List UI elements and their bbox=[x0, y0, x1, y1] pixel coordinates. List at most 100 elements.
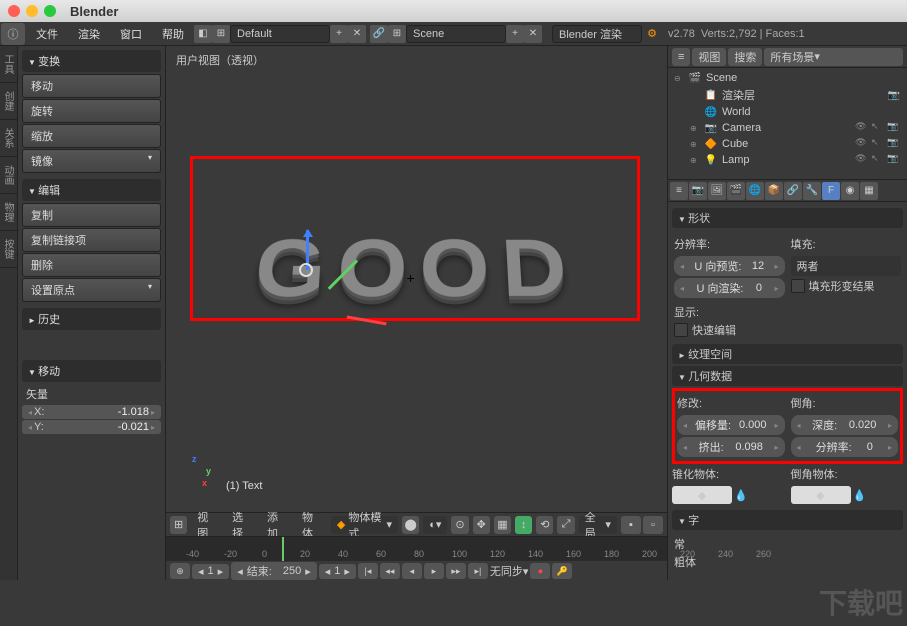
sync-dropdown[interactable]: 无同步▾ bbox=[490, 563, 529, 579]
tab-create[interactable]: 创建 bbox=[0, 83, 17, 120]
back-icon[interactable]: ◧ bbox=[194, 25, 212, 43]
visibility-icon[interactable]: 👁 bbox=[855, 121, 869, 135]
tab-physics[interactable]: 物理 bbox=[0, 194, 17, 231]
layer-btn[interactable]: ▫ bbox=[643, 516, 663, 534]
expand-icon[interactable]: ⊕ bbox=[690, 124, 700, 133]
pivot-icon[interactable]: ⊙ bbox=[451, 516, 468, 534]
play-icon[interactable]: ▸ bbox=[424, 563, 444, 579]
render-u-field[interactable]: ◂U 向渲染:0▸ bbox=[674, 278, 785, 298]
screen-icon[interactable]: ⊞ bbox=[212, 25, 230, 43]
outliner-tree[interactable]: ⊖ 🎬 Scene 📋 渲染层 📷 🌐 World ⊕ 📷 Camera 👁↖📷… bbox=[668, 68, 907, 170]
fast-edit-check[interactable]: 快速编辑 bbox=[674, 322, 901, 338]
selectable-icon[interactable]: ↖ bbox=[871, 137, 885, 151]
fill-deform-check[interactable]: 填充形变结果 bbox=[791, 278, 902, 294]
props-world-icon[interactable]: 🌐 bbox=[746, 182, 764, 200]
vector-y-field[interactable]: ◂Y:-0.021▸ bbox=[22, 420, 161, 434]
outliner-filter-dropdown[interactable]: 所有场景▾ bbox=[764, 48, 903, 66]
transform-panel-header[interactable]: 变换 bbox=[22, 50, 161, 72]
eyedropper-icon[interactable]: 💧 bbox=[734, 489, 748, 502]
rotate-button[interactable]: 旋转 bbox=[22, 99, 161, 123]
keying-icon[interactable]: 🔑 bbox=[552, 563, 572, 579]
tab-grease[interactable]: 按键 bbox=[0, 231, 17, 268]
operator-panel-header[interactable]: 移动 bbox=[22, 360, 161, 382]
props-object-icon[interactable]: 📦 bbox=[765, 182, 783, 200]
props-texture-icon[interactable]: ▦ bbox=[860, 182, 878, 200]
maximize-icon[interactable] bbox=[44, 5, 56, 17]
playhead[interactable] bbox=[282, 537, 284, 561]
delete-button[interactable]: 删除 bbox=[22, 253, 161, 277]
geometry-panel-header[interactable]: 几何数据 bbox=[672, 366, 903, 386]
add-layout-icon[interactable]: + bbox=[330, 25, 348, 43]
bevel-res-field[interactable]: ◂分辨率:0▸ bbox=[791, 437, 899, 457]
menu-file[interactable]: 文件 bbox=[26, 26, 68, 42]
tree-row[interactable]: 🌐 World bbox=[670, 104, 905, 120]
jump-start-icon[interactable]: |◂ bbox=[358, 563, 378, 579]
vector-x-field[interactable]: ◂X:-1.018▸ bbox=[22, 405, 161, 419]
preview-u-field[interactable]: ◂U 向预览:12▸ bbox=[674, 256, 785, 276]
frame-end-field[interactable]: ◂结束: 250▸ bbox=[231, 562, 317, 580]
editor-type-icon[interactable]: ⓘ bbox=[1, 23, 25, 45]
tree-row[interactable]: ⊕ 💡 Lamp 👁↖📷 bbox=[670, 152, 905, 168]
translate-button[interactable]: 移动 bbox=[22, 74, 161, 98]
outliner-view-menu[interactable]: 视图 bbox=[692, 48, 726, 66]
outliner-search-menu[interactable]: 搜索 bbox=[728, 48, 762, 66]
scene-dropdown[interactable]: Scene bbox=[406, 25, 506, 43]
bevel-object-field[interactable]: ◆ bbox=[791, 486, 851, 504]
frame-current-field[interactable]: ◂1▸ bbox=[319, 564, 356, 579]
outliner-editor-icon[interactable]: ≡ bbox=[672, 48, 690, 66]
tree-row[interactable]: ⊖ 🎬 Scene bbox=[670, 70, 905, 86]
shading-sphere-icon[interactable]: ⬤ bbox=[402, 516, 419, 534]
close-icon[interactable] bbox=[8, 5, 20, 17]
props-constraints-icon[interactable]: 🔗 bbox=[784, 182, 802, 200]
duplicate-button[interactable]: 复制 bbox=[22, 203, 161, 227]
shading-dropdown[interactable]: ◐▾ bbox=[423, 516, 447, 534]
jump-end-icon[interactable]: ▸| bbox=[468, 563, 488, 579]
offset-field[interactable]: ◂偏移量:0.000▸ bbox=[677, 415, 785, 435]
manipulator-toggle-icon[interactable]: ✥ bbox=[473, 516, 490, 534]
manip-scale-icon[interactable]: ⤢ bbox=[557, 516, 574, 534]
extrude-field[interactable]: ◂挤出:0.098▸ bbox=[677, 437, 785, 457]
selectable-icon[interactable]: ↖ bbox=[871, 153, 885, 167]
props-data-icon[interactable]: F bbox=[822, 182, 840, 200]
layers-icon[interactable]: ▦ bbox=[494, 516, 511, 534]
bevel-depth-field[interactable]: ◂深度:0.020▸ bbox=[791, 415, 899, 435]
layer-btn[interactable]: ▪ bbox=[621, 516, 641, 534]
renderable-icon[interactable]: 📷 bbox=[887, 153, 901, 167]
eyedropper-icon[interactable]: 💧 bbox=[853, 489, 867, 502]
manip-rotate-icon[interactable]: ⟲ bbox=[536, 516, 553, 534]
tab-animation[interactable]: 动画 bbox=[0, 157, 17, 194]
play-reverse-icon[interactable]: ◂ bbox=[402, 563, 422, 579]
visibility-icon[interactable]: 👁 bbox=[855, 153, 869, 167]
3d-viewport[interactable]: 用户视图（透视） GOOD z y x (1) Text bbox=[166, 46, 667, 512]
add-scene-icon[interactable]: + bbox=[506, 25, 524, 43]
selectable-icon[interactable]: ↖ bbox=[871, 121, 885, 135]
props-editor-icon[interactable]: ≡ bbox=[670, 182, 688, 200]
set-origin-button[interactable]: 设置原点 bbox=[22, 278, 161, 302]
scale-button[interactable]: 缩放 bbox=[22, 124, 161, 148]
remove-scene-icon[interactable]: ✕ bbox=[524, 25, 542, 43]
manipulator-center[interactable] bbox=[299, 263, 313, 277]
manip-translate-icon[interactable]: ↕ bbox=[515, 516, 532, 534]
fill-mode-dropdown[interactable]: 两者 bbox=[791, 256, 902, 276]
renderable-icon[interactable]: 📷 bbox=[887, 121, 901, 135]
scene-browse-icon[interactable]: ⊞ bbox=[388, 25, 406, 43]
tree-row[interactable]: ⊕ 📷 Camera 👁↖📷 bbox=[670, 120, 905, 136]
editor-type-dropdown[interactable]: ⊞ bbox=[170, 516, 187, 534]
props-layers-icon[interactable]: 🖼 bbox=[708, 182, 726, 200]
texspace-panel-header[interactable]: 纹理空间 bbox=[672, 344, 903, 364]
minimize-icon[interactable] bbox=[26, 5, 38, 17]
props-material-icon[interactable]: ◉ bbox=[841, 182, 859, 200]
props-render-icon[interactable]: 📷 bbox=[689, 182, 707, 200]
tree-row[interactable]: 📋 渲染层 📷 bbox=[670, 86, 905, 104]
expand-icon[interactable]: ⊕ bbox=[690, 140, 700, 149]
duplicate-linked-button[interactable]: 复制链接项 bbox=[22, 228, 161, 252]
layout-dropdown[interactable]: Default bbox=[230, 25, 330, 43]
props-scene-icon[interactable]: 🎬 bbox=[727, 182, 745, 200]
edit-panel-header[interactable]: 编辑 bbox=[22, 179, 161, 201]
expand-icon[interactable]: ⊖ bbox=[674, 74, 684, 83]
autokey-icon[interactable]: ● bbox=[530, 563, 550, 579]
tab-relations[interactable]: 关系 bbox=[0, 120, 17, 157]
scene-link-icon[interactable]: 🔗 bbox=[370, 25, 388, 43]
timeline-editor-icon[interactable]: ⊕ bbox=[170, 563, 190, 579]
props-modifiers-icon[interactable]: 🔧 bbox=[803, 182, 821, 200]
